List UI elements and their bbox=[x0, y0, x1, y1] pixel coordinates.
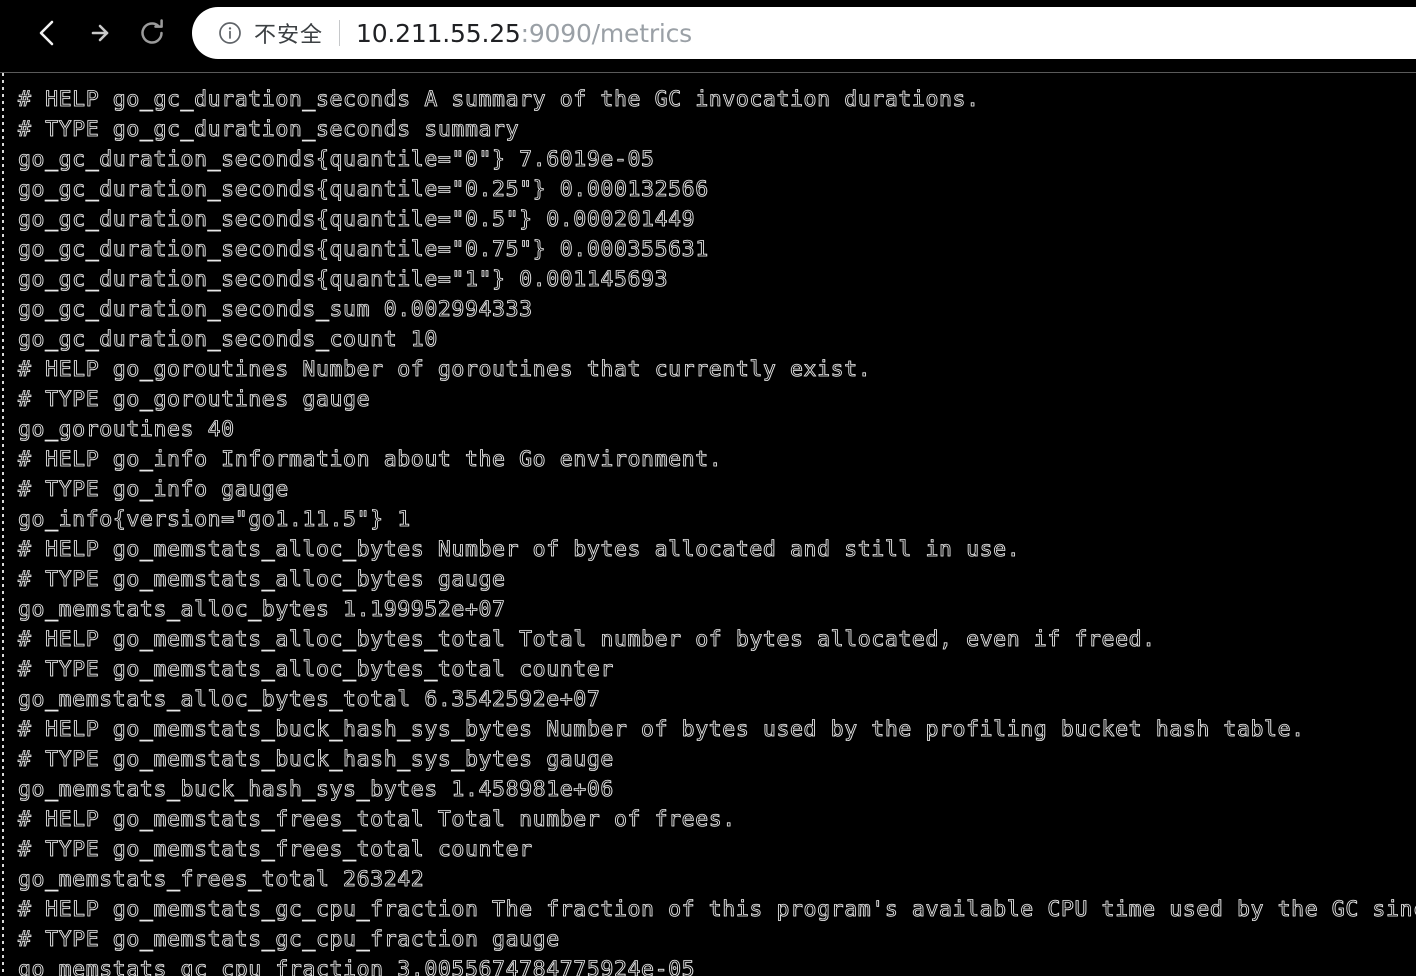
url-host: 10.211.55.25 bbox=[356, 18, 521, 48]
address-bar[interactable]: 不安全 10.211.55.25:9090/metrics bbox=[192, 7, 1416, 59]
reload-icon bbox=[134, 15, 170, 51]
url-path: :9090/metrics bbox=[520, 18, 693, 48]
left-edge-dashed-rule bbox=[2, 73, 4, 976]
security-status-label[interactable]: 不安全 bbox=[254, 17, 323, 49]
omnibox-divider bbox=[339, 20, 341, 46]
back-button[interactable] bbox=[22, 7, 74, 59]
browser-toolbar: 不安全 10.211.55.25:9090/metrics bbox=[0, 0, 1416, 66]
page-content: # HELP go_gc_duration_seconds A summary … bbox=[0, 73, 1416, 976]
metrics-text-body: # HELP go_gc_duration_seconds A summary … bbox=[18, 87, 1416, 976]
forward-arrow-icon bbox=[82, 15, 118, 51]
reload-button[interactable] bbox=[126, 7, 178, 59]
forward-button[interactable] bbox=[74, 7, 126, 59]
browser-chrome: 不安全 10.211.55.25:9090/metrics bbox=[0, 0, 1416, 73]
back-arrow-icon bbox=[30, 15, 66, 51]
info-circle-icon[interactable] bbox=[218, 21, 242, 45]
url-text[interactable]: 10.211.55.25:9090/metrics bbox=[356, 19, 1416, 48]
